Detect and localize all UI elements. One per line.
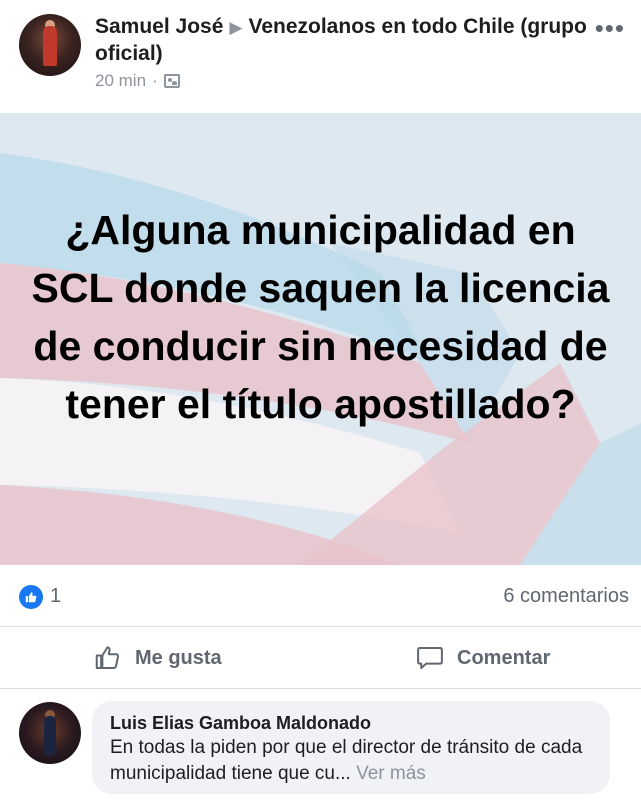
more-options-button[interactable]: ••• — [595, 15, 625, 41]
author-name[interactable]: Samuel José — [95, 15, 223, 38]
reaction-count[interactable]: 1 — [50, 585, 61, 608]
group-icon — [163, 74, 180, 88]
post-header: Samuel José ▶ Venezolanos en todo Chile (g… — [0, 0, 641, 113]
comment-body: En todas la piden por que el director de… — [110, 737, 583, 784]
comment-button-label: Comentar — [457, 646, 551, 669]
reactions-bar: 1 6 comentarios — [0, 565, 641, 627]
meta-separator: · — [152, 71, 158, 90]
like-button-label: Me gusta — [135, 646, 222, 669]
comments-count-link[interactable]: 6 comentarios — [503, 585, 629, 608]
post-image-text: ¿Alguna municipalidad en SCL donde saque… — [31, 207, 610, 427]
commenter-avatar[interactable] — [19, 702, 81, 764]
comment-button[interactable]: Comentar — [415, 643, 550, 673]
action-bar: Me gusta Comentar — [0, 627, 641, 689]
see-more-link[interactable]: Ver más — [356, 763, 426, 784]
post-timestamp[interactable]: 20 min — [95, 71, 146, 91]
comment-bubble[interactable]: Luis Elias Gamboa Maldonado En todas la … — [92, 701, 610, 794]
post-image[interactable]: ¿Alguna municipalidad en SCL donde saque… — [0, 113, 641, 565]
post-title-line: Samuel José ▶ Venezolanos en todo Chile (g… — [95, 14, 595, 67]
thumbs-up-icon[interactable] — [19, 585, 43, 609]
speech-bubble-icon — [417, 647, 443, 669]
arrow-right-icon: ▶ — [229, 18, 243, 37]
thumbs-up-outline-icon — [95, 646, 120, 669]
comment-text: En todas la piden por que el director de… — [110, 735, 592, 787]
like-button[interactable]: Me gusta — [93, 643, 222, 673]
author-avatar[interactable] — [19, 14, 81, 76]
comment-author[interactable]: Luis Elias Gamboa Maldonado — [110, 711, 592, 735]
post-meta: 20 min · — [95, 71, 180, 91]
